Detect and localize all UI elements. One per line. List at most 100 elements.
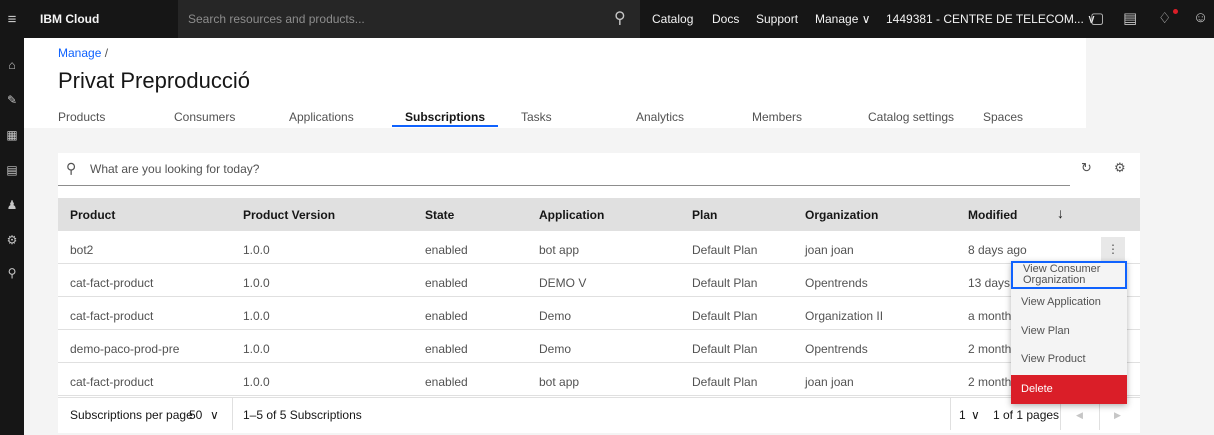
cell-plan: Default Plan xyxy=(692,342,758,356)
tab-members[interactable]: Members xyxy=(752,110,802,124)
home-icon[interactable]: ⌂ xyxy=(0,58,24,72)
cell-state: enabled xyxy=(425,276,468,290)
left-rail: ⌂ ✎ ▦ ▤ ♟ ⚙ ⚲ xyxy=(0,38,24,435)
tab-analytics[interactable]: Analytics xyxy=(636,110,684,124)
user-profile-icon[interactable]: ☺ xyxy=(1193,9,1208,26)
chevron-down-icon[interactable]: ∨ xyxy=(210,408,219,422)
sort-descending-icon[interactable]: ↓ xyxy=(1057,205,1064,221)
brand-logo[interactable]: IBM Cloud xyxy=(40,12,99,26)
tab-catalog-settings[interactable]: Catalog settings xyxy=(868,110,954,124)
breadcrumb: Manage / xyxy=(58,46,108,60)
settings-icon[interactable]: ⚙ xyxy=(0,233,24,247)
refresh-icon[interactable]: ↻ xyxy=(1081,160,1092,176)
menu-item-view-application[interactable]: View Application xyxy=(1011,296,1127,312)
page-select[interactable]: 1 xyxy=(959,408,966,422)
menu-item-view-plan[interactable]: View Plan xyxy=(1011,325,1127,341)
cell-organization: Opentrends xyxy=(805,276,868,290)
cell-organization: Opentrends xyxy=(805,342,868,356)
nav-manage[interactable]: Manage ∨ xyxy=(815,12,870,26)
item-range-text: 1–5 of 5 Subscriptions xyxy=(243,408,362,422)
cell-state: enabled xyxy=(425,342,468,356)
column-header-product[interactable]: Product xyxy=(70,208,115,222)
cell-plan: Default Plan xyxy=(692,375,758,389)
calendar-icon[interactable]: ▤ xyxy=(1123,9,1137,27)
items-per-page-select[interactable]: 50 xyxy=(189,408,202,422)
chevron-down-icon[interactable]: ∨ xyxy=(971,408,980,422)
tab-tasks[interactable]: Tasks xyxy=(521,110,552,124)
cell-organization: joan joan xyxy=(805,375,854,389)
cell-version: 1.0.0 xyxy=(243,276,270,290)
cell-plan: Default Plan xyxy=(692,276,758,290)
cell-product: bot2 xyxy=(70,243,94,257)
menu-item-view-product[interactable]: View Product xyxy=(1011,353,1127,369)
cell-modified: 8 days ago xyxy=(968,243,1027,257)
column-header-product-version[interactable]: Product Version xyxy=(243,208,335,222)
cost-estimator-icon[interactable]: ▢ xyxy=(1090,9,1104,27)
search-icon[interactable]: ⚲ xyxy=(0,266,24,280)
members-icon[interactable]: ♟ xyxy=(0,198,24,212)
cell-state: enabled xyxy=(425,243,468,257)
table-row[interactable]: demo-paco-prod-pre 1.0.0 enabled Demo De… xyxy=(58,330,1140,363)
cell-version: 1.0.0 xyxy=(243,375,270,389)
next-page-icon[interactable]: ▶ xyxy=(1114,410,1121,421)
column-header-modified[interactable]: Modified xyxy=(968,208,1017,222)
column-header-plan[interactable]: Plan xyxy=(692,208,717,222)
column-header-application[interactable]: Application xyxy=(539,208,604,222)
table-row[interactable]: cat-fact-product 1.0.0 enabled DEMO V De… xyxy=(58,264,1140,297)
account-switcher[interactable]: 1449381 - CENTRE DE TELECOM... ∨ xyxy=(886,12,1096,26)
tab-subscriptions[interactable]: Subscriptions xyxy=(405,110,485,124)
cell-version: 1.0.0 xyxy=(243,243,270,257)
search-icon: ⚲ xyxy=(66,160,77,176)
page-count-text: 1 of 1 pages xyxy=(993,408,1060,422)
menu-icon[interactable]: ≡ xyxy=(0,0,24,38)
cell-version: 1.0.0 xyxy=(243,342,270,356)
tab-spaces[interactable]: Spaces xyxy=(983,110,1023,124)
cell-state: enabled xyxy=(425,309,468,323)
cell-version: 1.0.0 xyxy=(243,309,270,323)
column-header-organization[interactable]: Organization xyxy=(805,208,878,222)
menu-item-view-consumer-organization[interactable]: View Consumer Organization xyxy=(1011,261,1127,289)
tab-applications[interactable]: Applications xyxy=(289,110,354,124)
cell-application: DEMO V xyxy=(539,276,587,290)
cell-plan: Default Plan xyxy=(692,243,758,257)
tab-products[interactable]: Products xyxy=(58,110,105,124)
search-icon[interactable]: ⚲ xyxy=(614,8,626,28)
cell-product: cat-fact-product xyxy=(70,375,154,389)
cell-state: enabled xyxy=(425,375,468,389)
cell-product: demo-paco-prod-pre xyxy=(70,342,180,356)
cell-plan: Default Plan xyxy=(692,309,758,323)
table-search-input[interactable] xyxy=(90,162,690,176)
breadcrumb-manage-link[interactable]: Manage xyxy=(58,46,101,60)
cell-product: cat-fact-product xyxy=(70,276,154,290)
notification-bell-icon[interactable]: ♢ xyxy=(1158,9,1171,27)
notification-badge xyxy=(1173,9,1178,14)
divider xyxy=(232,397,233,430)
previous-page-icon[interactable]: ◀ xyxy=(1076,410,1083,421)
apps-icon[interactable]: ▦ xyxy=(0,128,24,142)
nav-docs[interactable]: Docs xyxy=(712,12,739,26)
breadcrumb-separator: / xyxy=(104,46,109,60)
tab-consumers[interactable]: Consumers xyxy=(174,110,235,124)
cell-application: bot app xyxy=(539,375,580,389)
cell-application: Demo xyxy=(539,342,572,356)
cell-organization: Organization II xyxy=(805,309,884,323)
active-tab-indicator xyxy=(392,125,498,127)
page-title: Privat Preproducció xyxy=(58,68,250,93)
cell-application: bot app xyxy=(539,243,580,257)
cell-modified: 2 months xyxy=(968,342,1018,356)
nav-catalog[interactable]: Catalog xyxy=(652,12,693,26)
catalog-icon[interactable]: ▤ xyxy=(0,163,24,177)
table-settings-icon[interactable]: ⚙ xyxy=(1114,160,1126,176)
nav-support[interactable]: Support xyxy=(756,12,798,26)
row-overflow-menu-button[interactable]: ⋮ xyxy=(1101,237,1125,261)
cell-application: Demo xyxy=(539,309,572,323)
column-header-state[interactable]: State xyxy=(425,208,454,222)
menu-item-delete[interactable]: Delete xyxy=(1011,375,1127,404)
global-search-input[interactable]: Search resources and products... xyxy=(178,0,640,38)
edit-icon[interactable]: ✎ xyxy=(0,93,24,107)
table-row[interactable]: cat-fact-product 1.0.0 enabled bot app D… xyxy=(58,363,1140,396)
top-bar: ≡ IBM Cloud Search resources and product… xyxy=(0,0,1214,38)
table-row[interactable]: cat-fact-product 1.0.0 enabled Demo Defa… xyxy=(58,297,1140,330)
divider xyxy=(950,397,951,430)
table-row[interactable]: bot2 1.0.0 enabled bot app Default Plan … xyxy=(58,231,1140,264)
